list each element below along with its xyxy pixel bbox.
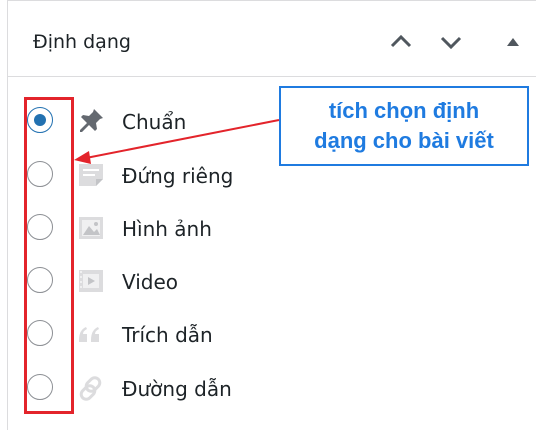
- format-label: Đứng riêng: [122, 164, 234, 188]
- toggle-panel-button[interactable]: [498, 27, 528, 57]
- format-label: Video: [122, 270, 179, 294]
- caret-up-icon: [507, 38, 519, 46]
- panel-title: Định dạng: [33, 31, 131, 53]
- chevron-down-icon: [440, 36, 462, 50]
- format-label: Chuẩn: [122, 110, 187, 134]
- format-label: Trích dẫn: [122, 323, 213, 347]
- annotation-callout: tích chọn định dạng cho bài viết: [279, 86, 529, 166]
- move-up-button[interactable]: [386, 27, 416, 57]
- aside-icon: [75, 159, 107, 191]
- quote-icon: [75, 318, 107, 350]
- format-label: Hình ảnh: [122, 217, 212, 241]
- highlight-box: [24, 97, 74, 414]
- pin-icon: [75, 105, 107, 137]
- callout-line-1: tích chọn định: [328, 98, 480, 123]
- image-icon: [75, 212, 107, 244]
- link-icon: [75, 372, 107, 404]
- panel-header: Định dạng: [8, 1, 536, 77]
- chevron-up-icon: [390, 34, 412, 48]
- format-label: Đường dẫn: [122, 377, 232, 401]
- callout-line-2: dạng cho bài viết: [314, 128, 494, 153]
- move-down-button[interactable]: [436, 27, 466, 57]
- video-icon: [75, 265, 107, 297]
